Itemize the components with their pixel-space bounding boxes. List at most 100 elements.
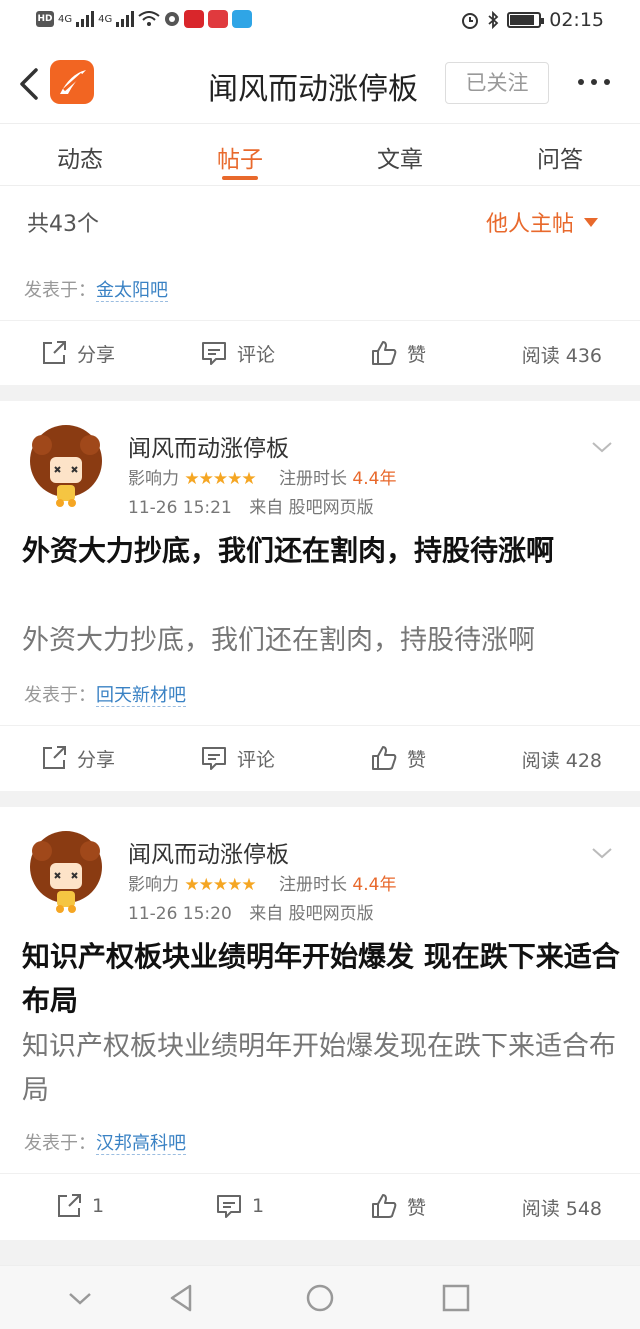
comment-button[interactable]: 评论 (200, 744, 275, 772)
share-icon (43, 341, 66, 364)
share-count: 1 (92, 1195, 105, 1217)
active-tab-indicator (222, 176, 258, 180)
post-action-bar: 1 1 赞 阅读 548 (0, 1173, 640, 1237)
alarm-icon (462, 13, 479, 29)
post-action-bar: 分享 评论 赞 阅读 436 (0, 320, 640, 384)
tab-bar: 动态 帖子 文章 问答 (0, 124, 640, 186)
author-stats: 影响力 ★★★★★ 注册时长 4.4年 (128, 870, 396, 895)
post-separator (0, 385, 640, 401)
read-count: 阅读 436 (521, 345, 602, 367)
nav-home-icon[interactable] (304, 1282, 336, 1314)
read-count: 阅读 428 (521, 750, 602, 772)
nav-back-icon[interactable] (166, 1282, 198, 1314)
author-stats: 影响力 ★★★★★ 注册时长 4.4年 (128, 464, 396, 489)
post-title[interactable]: 知识产权板块业绩明年开始爆发 现在跌下来适合布局 (22, 935, 622, 1023)
app-notification-icon (184, 10, 205, 28)
app-notification-icon (208, 10, 229, 28)
shield-icon (165, 12, 180, 26)
bluetooth-icon (488, 11, 499, 29)
post-card[interactable]: 闻风而动涨停板 影响力 ★★★★★ 注册时长 4.4年 11-26 15:21 … (0, 401, 640, 791)
influence-stars: ★★★★★ (184, 875, 256, 895)
like-label: 赞 (407, 748, 427, 771)
tab-qa[interactable]: 问答 (520, 140, 600, 174)
posted-in-label: 发表于： (24, 280, 96, 301)
post-source: 来自 股吧网页版 (249, 904, 374, 924)
forum-link[interactable]: 金太阳吧 (96, 280, 168, 302)
read-count: 阅读 548 (521, 1198, 602, 1220)
battery-fill (510, 15, 535, 25)
post-summary: 共43个 他人主帖 (0, 186, 640, 254)
tab-articles[interactable]: 文章 (360, 140, 440, 174)
posted-in: 发表于：金太阳吧 (24, 276, 168, 302)
post-title[interactable]: 外资大力抄底，我们还在割肉，持股待涨啊 (22, 529, 622, 573)
status-icons-left: HD 4G 4G (36, 10, 253, 28)
share-button[interactable]: 1 (55, 1192, 104, 1220)
registration-years: 4.4年 (352, 469, 397, 489)
post-separator (0, 791, 640, 807)
forum-link[interactable]: 回天新材吧 (96, 685, 186, 707)
post-time: 11-26 15:20 (128, 904, 232, 924)
signal-icon (76, 11, 95, 27)
registration-label: 注册时长 (279, 875, 348, 895)
share-icon (43, 746, 66, 769)
battery-icon (507, 12, 545, 28)
share-button[interactable]: 分享 (40, 744, 115, 772)
post-card[interactable]: 闻风而动涨停板 影响力 ★★★★★ 注册时长 4.4年 11-26 15:20 … (0, 807, 640, 1240)
post-filter-label: 他人主帖 (486, 212, 575, 237)
registration-label: 注册时长 (279, 469, 348, 489)
share-button[interactable]: 分享 (40, 339, 115, 367)
tab-posts[interactable]: 帖子 (200, 140, 280, 174)
share-label: 分享 (77, 748, 116, 771)
comment-label: 评论 (237, 343, 276, 366)
post-meta: 11-26 15:20 来自 股吧网页版 (128, 899, 374, 924)
share-label: 分享 (77, 343, 116, 366)
post-body[interactable]: 外资大力抄底，我们还在割肉，持股待涨啊 (22, 619, 622, 663)
influence-label: 影响力 (128, 875, 179, 895)
posted-in: 发表于：回天新材吧 (24, 681, 186, 707)
posted-in: 发表于：汉邦高科吧 (24, 1129, 186, 1155)
page-title: 闻风而动涨停板 (208, 72, 418, 107)
comment-button[interactable]: 评论 (200, 339, 275, 367)
post-meta: 11-26 15:21 来自 股吧网页版 (128, 493, 374, 518)
like-button[interactable]: 赞 (370, 744, 426, 772)
post-filter-dropdown[interactable]: 他人主帖 (486, 206, 599, 238)
signal-icon (116, 11, 135, 27)
chevron-down-icon[interactable] (590, 845, 614, 861)
influence-label: 影响力 (128, 469, 179, 489)
follow-button[interactable]: 已关注 (445, 62, 549, 104)
registration-years: 4.4年 (352, 875, 397, 895)
nav-down-icon[interactable] (64, 1282, 96, 1314)
post-action-bar: 分享 评论 赞 阅读 428 (0, 725, 640, 789)
post-separator (0, 1240, 640, 1265)
forum-link[interactable]: 汉邦高科吧 (96, 1133, 186, 1155)
back-arrow-icon[interactable] (14, 64, 44, 104)
chevron-down-icon[interactable] (590, 439, 614, 455)
app-logo-icon (50, 60, 94, 104)
status-time: 02:15 (549, 9, 604, 31)
nav-recent-icon[interactable] (440, 1282, 472, 1314)
app-notification-icon (232, 10, 253, 28)
comment-button[interactable]: 1 (215, 1192, 264, 1220)
like-button[interactable]: 赞 (370, 1192, 426, 1220)
like-icon (372, 746, 397, 770)
post-body[interactable]: 知识产权板块业绩明年开始爆发现在跌下来适合布局 (22, 1025, 622, 1113)
like-icon (372, 341, 397, 365)
more-icon[interactable] (575, 70, 615, 94)
network-label-1: 4G (58, 13, 73, 25)
author-name[interactable]: 闻风而动涨停板 (128, 835, 289, 869)
like-label: 赞 (407, 1196, 427, 1219)
hd-icon: HD (36, 11, 54, 27)
network-label-2: 4G (98, 13, 113, 25)
author-name[interactable]: 闻风而动涨停板 (128, 429, 289, 463)
like-label: 赞 (407, 343, 427, 366)
avatar-icon[interactable] (24, 423, 108, 507)
post-time: 11-26 15:21 (128, 498, 232, 518)
avatar-icon[interactable] (24, 829, 108, 913)
like-button[interactable]: 赞 (370, 339, 426, 367)
posted-in-label: 发表于： (24, 685, 96, 706)
comment-label: 评论 (237, 748, 276, 771)
like-icon (372, 1194, 397, 1218)
comment-icon (217, 1195, 241, 1218)
tab-dynamics[interactable]: 动态 (40, 140, 120, 174)
status-icons-right: 02:15 (461, 9, 604, 31)
